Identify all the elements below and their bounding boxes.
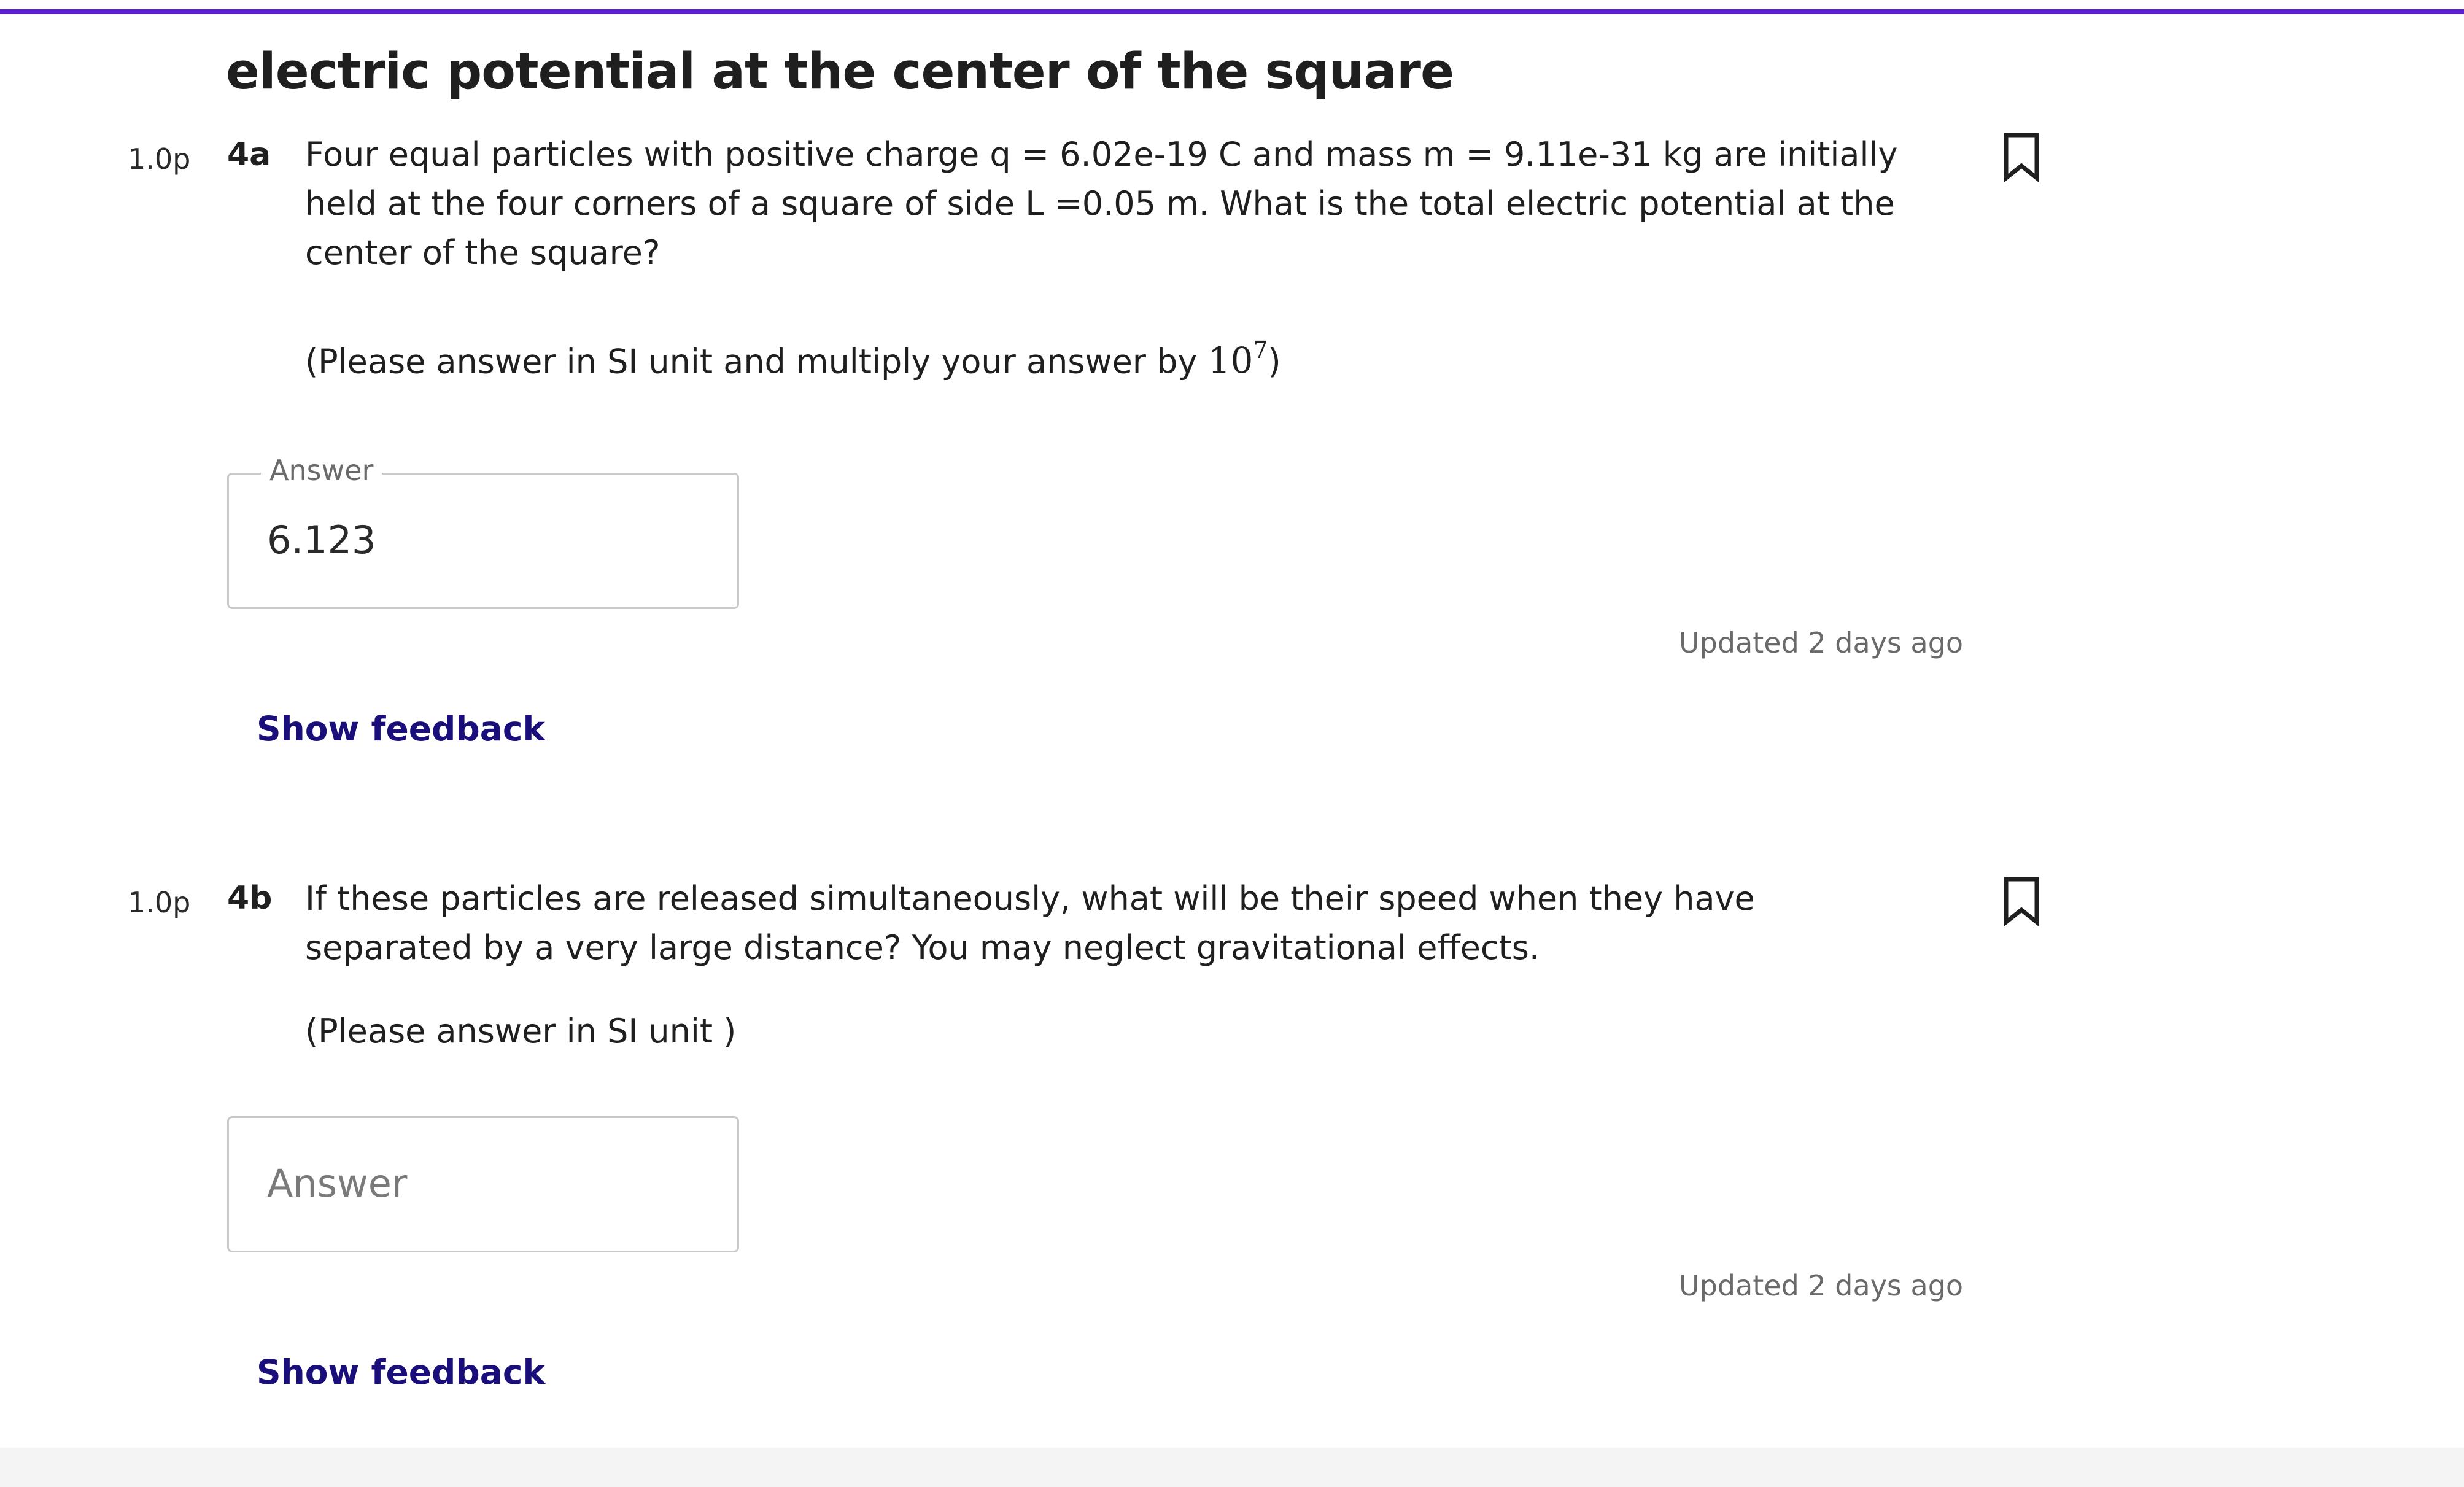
question-points: 1.0p <box>128 142 191 176</box>
question-text: Four equal particles with positive charg… <box>305 135 1898 272</box>
answer-field[interactable]: Answer <box>227 1116 739 1252</box>
question-number: 4a <box>227 136 271 173</box>
bookmark-icon[interactable] <box>2001 131 2042 183</box>
section-top-border <box>0 9 2464 14</box>
question-number: 4b <box>227 880 273 917</box>
show-feedback-button[interactable]: Show feedback <box>257 1353 545 1392</box>
updated-timestamp: Updated 2 days ago <box>1679 626 1964 659</box>
question-instruction: (Please answer in SI unit ) <box>305 1012 737 1050</box>
section-title: electric potential at the center of the … <box>226 43 1454 101</box>
question-text: If these particles are released simultan… <box>305 879 1755 967</box>
answer-label: Answer <box>261 454 382 487</box>
question-instruction: (Please answer in SI unit and multiply y… <box>305 336 1281 382</box>
show-feedback-button[interactable]: Show feedback <box>257 709 545 748</box>
instruction-text: (Please answer in SI unit and multiply y… <box>305 342 1208 381</box>
updated-timestamp: Updated 2 days ago <box>1679 1269 1964 1302</box>
bookmark-icon[interactable] <box>2001 876 2042 927</box>
instruction-multiplier: 107 <box>1207 336 1268 382</box>
quiz-page: electric potential at the center of the … <box>0 0 2464 1487</box>
page-bottom-band <box>0 1448 2464 1487</box>
answer-field[interactable]: Answer 6.123 <box>227 454 739 609</box>
answer-placeholder: Answer <box>267 1161 408 1206</box>
question-points: 1.0p <box>128 886 191 919</box>
answer-value: 6.123 <box>267 518 376 562</box>
